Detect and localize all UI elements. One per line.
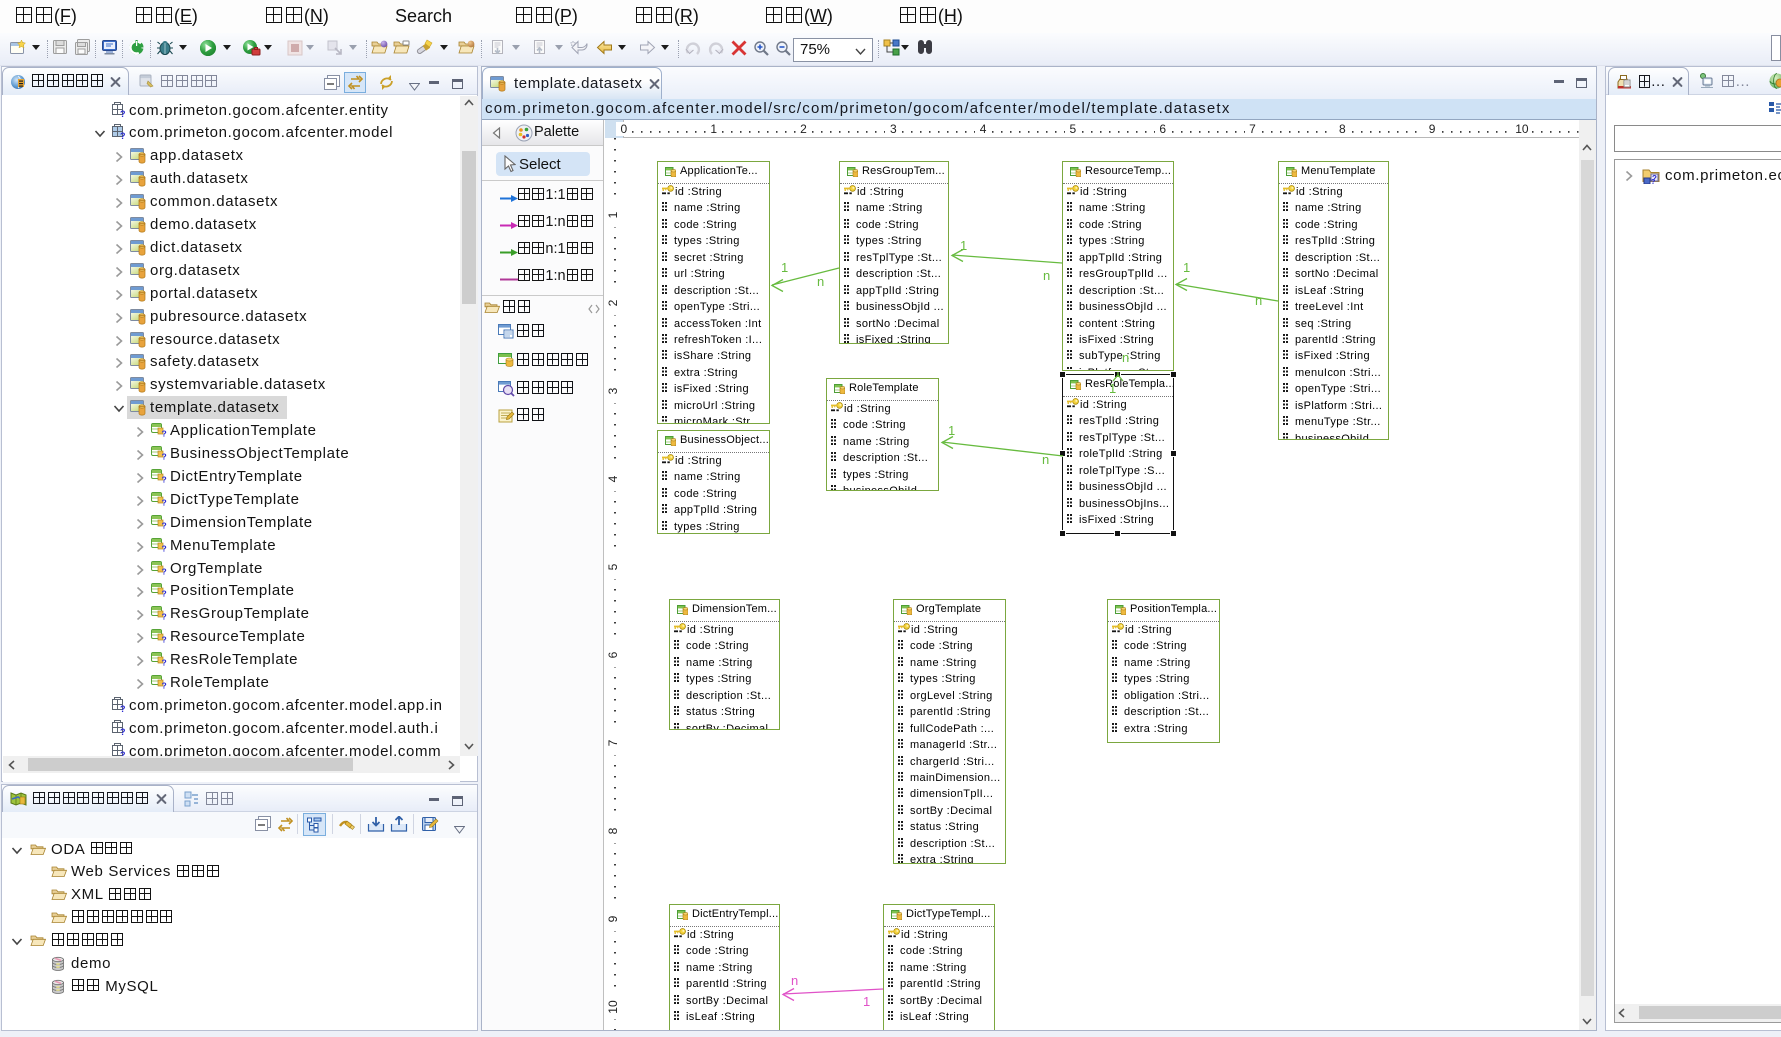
svg-text:n: n: [791, 973, 798, 988]
svg-text:?: ?: [120, 131, 126, 140]
svg-text:?: ?: [162, 543, 167, 552]
svg-text:?: ?: [162, 429, 167, 438]
svg-text:?: ?: [120, 109, 126, 118]
svg-text:?: ?: [162, 474, 167, 483]
svg-text:?: ?: [1651, 179, 1655, 184]
svg-text:?: ?: [162, 452, 167, 461]
svg-text:1: 1: [1183, 260, 1190, 275]
svg-text:1: 1: [948, 423, 955, 438]
svg-text:n: n: [817, 274, 824, 289]
svg-text:1: 1: [960, 238, 967, 253]
svg-text:n: n: [1122, 350, 1129, 365]
svg-text:n: n: [1042, 452, 1049, 467]
svg-text:?: ?: [120, 727, 126, 736]
svg-text:?: ?: [162, 589, 167, 598]
svg-text:?: ?: [162, 681, 167, 690]
svg-text:n: n: [1043, 268, 1050, 283]
svg-text:?: ?: [162, 658, 167, 667]
svg-text:?: ?: [162, 635, 167, 644]
svg-text:?: ?: [162, 566, 167, 575]
svg-text:?: ?: [162, 612, 167, 621]
svg-text:1: 1: [863, 994, 870, 1009]
svg-text:?: ?: [162, 497, 167, 506]
svg-text:?: ?: [120, 704, 126, 713]
svg-text:1: 1: [781, 260, 788, 275]
svg-text:n: n: [1255, 293, 1262, 308]
svg-text:?: ?: [162, 520, 167, 529]
svg-text:1: 1: [1109, 381, 1116, 396]
